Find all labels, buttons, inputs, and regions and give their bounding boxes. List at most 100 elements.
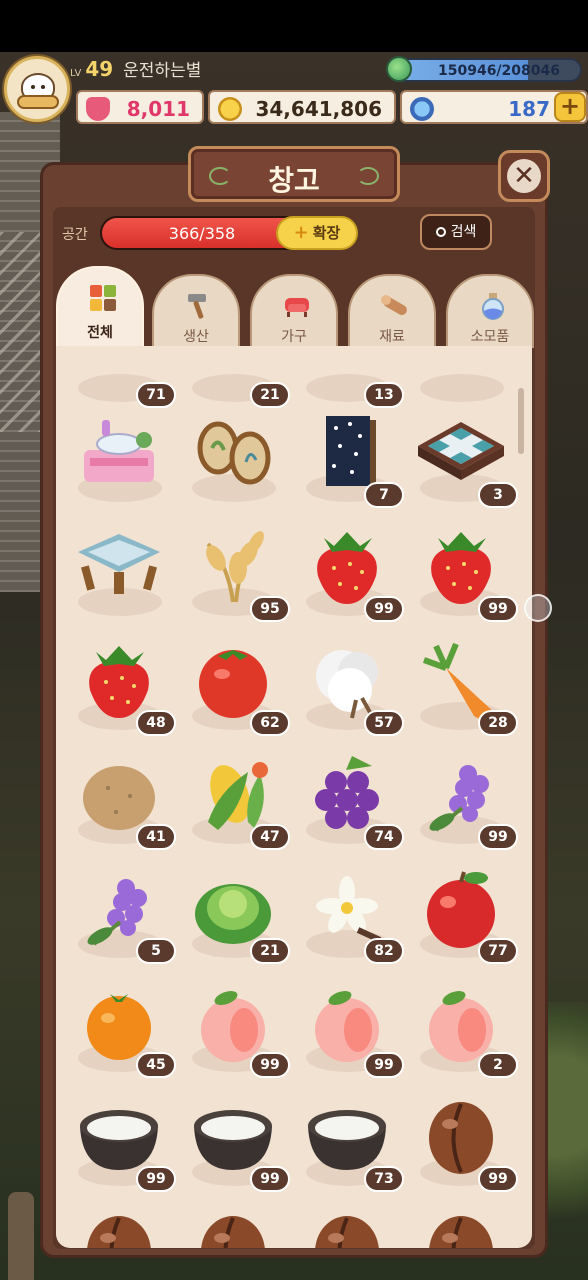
inventory-slot[interactable]: 99 bbox=[404, 520, 518, 634]
hearts-counter[interactable]: 8,011 bbox=[76, 90, 204, 124]
inventory-slot[interactable] bbox=[290, 1204, 404, 1248]
scrollbar[interactable] bbox=[518, 388, 524, 454]
level-label: LV bbox=[70, 68, 82, 79]
inventory-slot[interactable] bbox=[62, 1204, 176, 1248]
inventory-slot[interactable]: 73 bbox=[290, 1090, 404, 1204]
inventory-slot[interactable]: 82 bbox=[290, 862, 404, 976]
inventory-slot[interactable]: 2 bbox=[404, 976, 518, 1090]
player-avatar[interactable] bbox=[4, 56, 70, 122]
inventory-slot[interactable]: 99 bbox=[404, 748, 518, 862]
item-count-badge: 21 bbox=[250, 938, 290, 964]
tab-production[interactable]: 생산 bbox=[152, 274, 240, 348]
inventory-slot[interactable]: 7 bbox=[290, 406, 404, 520]
inventory-slot[interactable]: 48 bbox=[62, 634, 176, 748]
inventory-slot[interactable] bbox=[176, 406, 290, 520]
tab-consumables[interactable]: 소모품 bbox=[446, 274, 534, 348]
coffee-bean-icon bbox=[87, 1216, 151, 1248]
potion-icon bbox=[482, 293, 504, 320]
item-count-badge: 2 bbox=[478, 1052, 518, 1078]
item-count-badge: 99 bbox=[250, 1166, 290, 1192]
item-count-badge: 99 bbox=[364, 596, 404, 622]
search-icon bbox=[435, 227, 446, 237]
item-count-badge: 57 bbox=[364, 710, 404, 736]
item-count-badge: 48 bbox=[136, 710, 176, 736]
item-count-badge: 41 bbox=[136, 824, 176, 850]
inventory-slot[interactable]: 57 bbox=[290, 634, 404, 748]
cushion-stool-icon bbox=[78, 534, 160, 594]
grid-icon bbox=[90, 285, 116, 311]
item-count-badge: 99 bbox=[478, 596, 518, 622]
item-count-badge: 21 bbox=[250, 382, 290, 408]
inventory-slot[interactable]: 99 bbox=[62, 1090, 176, 1204]
tab-label: 가구 bbox=[281, 329, 307, 345]
capacity-text: 366/358 bbox=[168, 224, 236, 243]
inventory-slot[interactable]: 5 bbox=[62, 862, 176, 976]
item-count-badge: 62 bbox=[250, 710, 290, 736]
item-count-badge: 99 bbox=[250, 1052, 290, 1078]
item-count-badge: 82 bbox=[364, 938, 404, 964]
level-number: 49 bbox=[85, 57, 114, 81]
gems-value: 187 bbox=[508, 97, 550, 121]
inventory-slot[interactable] bbox=[404, 1204, 518, 1248]
category-tabs: 전체 생산 가구 재료 소모품 bbox=[56, 266, 536, 348]
item-grid: 71 21 13 7 3 95 99 99 48 62 57 28 41 47 74 99 5 21 82 77 45 9… bbox=[56, 346, 532, 1248]
inventory-slot[interactable]: 99 bbox=[290, 976, 404, 1090]
xp-bar: 150946/208046 bbox=[388, 58, 582, 82]
inventory-slot[interactable]: 99 bbox=[176, 1090, 290, 1204]
gold-counter[interactable]: 34,641,806 bbox=[208, 90, 396, 124]
expand-button[interactable]: + 확장 bbox=[276, 216, 358, 250]
heart-icon bbox=[86, 97, 110, 121]
search-button[interactable]: 검색 bbox=[420, 214, 492, 250]
mirror-frames-icon bbox=[197, 421, 271, 485]
title-plaque: 창고 bbox=[188, 146, 400, 202]
item-count-badge: 45 bbox=[136, 1052, 176, 1078]
item-count-badge: 13 bbox=[364, 382, 404, 408]
tab-all[interactable]: 전체 bbox=[56, 266, 144, 348]
coin-icon bbox=[218, 97, 242, 121]
xp-text: 150946/208046 bbox=[437, 63, 560, 79]
vanity-table-icon bbox=[84, 420, 154, 482]
item-count-badge: 3 bbox=[478, 482, 518, 508]
item-count-badge: 99 bbox=[364, 1052, 404, 1078]
tab-materials[interactable]: 재료 bbox=[348, 274, 436, 348]
inventory-slot[interactable]: 41 bbox=[62, 748, 176, 862]
inventory-slot[interactable]: 45 bbox=[62, 976, 176, 1090]
buy-gems-button[interactable]: + bbox=[554, 92, 586, 122]
close-button[interactable]: ✕ bbox=[498, 150, 550, 202]
level-row: LV 49 운전하는별 bbox=[70, 56, 201, 84]
expand-label: 확장 bbox=[312, 224, 341, 242]
inventory-slot[interactable]: 95 bbox=[176, 520, 290, 634]
item-count-badge: 47 bbox=[250, 824, 290, 850]
hearts-value: 8,011 bbox=[126, 97, 190, 121]
partial-item-icon bbox=[416, 346, 506, 398]
inventory-slot[interactable]: 74 bbox=[290, 748, 404, 862]
close-icon: ✕ bbox=[507, 159, 541, 193]
inventory-slot[interactable]: 3 bbox=[404, 406, 518, 520]
item-count-badge: 95 bbox=[250, 596, 290, 622]
log-icon bbox=[381, 295, 407, 315]
inventory-slot[interactable]: 77 bbox=[404, 862, 518, 976]
inventory-slot[interactable]: 47 bbox=[176, 748, 290, 862]
tab-label: 소모품 bbox=[470, 329, 510, 345]
inventory-slot[interactable] bbox=[176, 1204, 290, 1248]
tab-furniture[interactable]: 가구 bbox=[250, 274, 338, 348]
inventory-slot[interactable]: 28 bbox=[404, 634, 518, 748]
inventory-slot[interactable]: 99 bbox=[404, 1090, 518, 1204]
item-count-badge: 28 bbox=[478, 710, 518, 736]
inventory-slot[interactable] bbox=[62, 520, 176, 634]
vine-ornament-icon bbox=[357, 167, 379, 185]
space-label: 공간 bbox=[62, 227, 88, 243]
item-count-badge: 99 bbox=[136, 1166, 176, 1192]
bread-icon bbox=[17, 95, 59, 109]
item-count-badge: 71 bbox=[136, 382, 176, 408]
inventory-slot[interactable]: 99 bbox=[290, 520, 404, 634]
item-count-badge: 5 bbox=[136, 938, 176, 964]
coffee-bean-icon bbox=[201, 1216, 265, 1248]
inventory-slot[interactable]: 99 bbox=[176, 976, 290, 1090]
hammer-icon bbox=[188, 294, 206, 319]
inventory-slot[interactable] bbox=[62, 406, 176, 520]
plus-icon: + bbox=[293, 222, 309, 243]
inventory-slot[interactable]: 21 bbox=[176, 862, 290, 976]
gem-icon bbox=[410, 97, 434, 121]
inventory-slot[interactable]: 62 bbox=[176, 634, 290, 748]
